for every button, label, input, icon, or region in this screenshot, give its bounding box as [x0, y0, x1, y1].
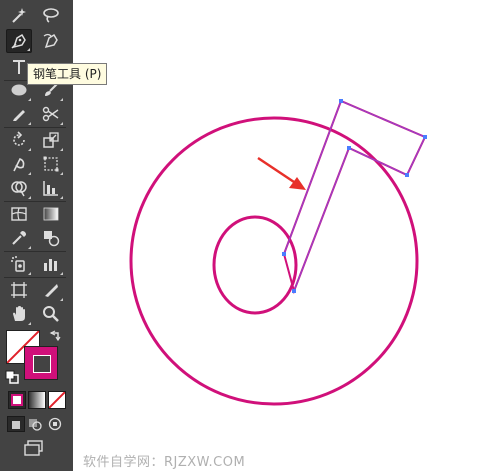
lasso-tool[interactable]	[38, 3, 64, 27]
swap-fill-stroke-icon[interactable]	[48, 330, 62, 344]
pen-path-preview	[283, 100, 426, 292]
slice-tool[interactable]	[38, 278, 64, 302]
mesh-icon	[11, 207, 27, 221]
anchor-point[interactable]	[282, 252, 286, 256]
none-mode-button[interactable]	[48, 391, 66, 409]
hand-tool[interactable]	[6, 302, 32, 326]
shape-builder-icon	[11, 181, 27, 197]
column-graph-tool[interactable]	[38, 252, 64, 276]
anchor-point[interactable]	[405, 173, 409, 177]
zoom-icon	[43, 306, 59, 322]
blend-icon	[44, 231, 60, 247]
watermark-text: 软件自学网：RJZXW.COM	[83, 455, 246, 470]
hand-icon	[13, 306, 25, 321]
zoom-tool[interactable]	[38, 302, 64, 326]
magic-wand-tool[interactable]	[6, 3, 32, 27]
rotate-tool[interactable]	[6, 128, 32, 152]
artboard-canvas[interactable]	[73, 0, 504, 471]
free-transform-tool[interactable]	[38, 152, 64, 176]
magic-wand-icon	[12, 8, 26, 23]
annotation-arrow	[257, 156, 306, 190]
scale-icon	[43, 132, 59, 148]
draw-behind-icon	[29, 419, 42, 431]
mesh-tool[interactable]	[6, 202, 32, 226]
scissors-tool[interactable]	[38, 102, 64, 126]
symbol-sprayer-tool[interactable]	[6, 252, 32, 276]
draw-inside-button[interactable]	[47, 416, 63, 431]
pen-icon	[11, 33, 26, 49]
inner-circle[interactable]	[212, 215, 298, 315]
symbol-sprayer-icon	[11, 256, 25, 272]
gradient-icon	[43, 207, 59, 221]
color-icon	[11, 394, 23, 406]
gradient-mode-button[interactable]	[28, 391, 46, 409]
artboard-tool[interactable]	[6, 278, 32, 302]
screen-mode-button[interactable]	[22, 440, 46, 458]
curvature-pen-icon	[43, 33, 58, 49]
slice-icon	[45, 284, 58, 297]
gradient-tool[interactable]	[38, 202, 64, 226]
stroke-swatch[interactable]	[24, 346, 58, 380]
scissors-icon	[42, 106, 59, 122]
lasso-icon	[43, 8, 59, 23]
anchor-point[interactable]	[339, 99, 343, 103]
default-fill-stroke-icon[interactable]	[5, 370, 19, 384]
draw-normal-icon	[12, 421, 20, 429]
curvature-pen-tool[interactable]	[38, 29, 64, 53]
free-transform-icon	[43, 156, 59, 172]
artboard-icon	[11, 282, 27, 298]
draw-behind-button[interactable]	[27, 416, 43, 431]
scale-tool[interactable]	[38, 128, 64, 152]
pencil-tool[interactable]	[6, 102, 32, 126]
warp-tool[interactable]	[6, 152, 32, 176]
pen-tool[interactable]	[6, 29, 32, 53]
screen-mode-icon	[24, 440, 43, 456]
anchor-point[interactable]	[347, 146, 351, 150]
none-icon	[49, 392, 65, 408]
anchor-point[interactable]	[292, 289, 296, 293]
anchor-point[interactable]	[423, 135, 427, 139]
draw-normal-button[interactable]	[7, 416, 25, 432]
ellipse-icon	[11, 84, 27, 96]
rotate-icon	[13, 131, 25, 146]
type-icon	[13, 60, 25, 74]
graph-tool[interactable]	[38, 176, 64, 200]
column-graph-icon	[44, 259, 57, 271]
outer-circle[interactable]	[129, 116, 419, 406]
shape-builder-tool[interactable]	[6, 176, 32, 200]
pencil-icon	[13, 110, 25, 121]
eyedropper-tool[interactable]	[6, 226, 32, 250]
stroke-swatch-hole	[33, 355, 51, 373]
warp-icon	[13, 157, 25, 172]
draw-inside-icon	[48, 417, 62, 431]
blend-tool[interactable]	[38, 226, 64, 250]
graph-icon	[43, 181, 58, 196]
color-mode-button[interactable]	[8, 391, 26, 409]
eyedropper-icon	[12, 231, 26, 245]
